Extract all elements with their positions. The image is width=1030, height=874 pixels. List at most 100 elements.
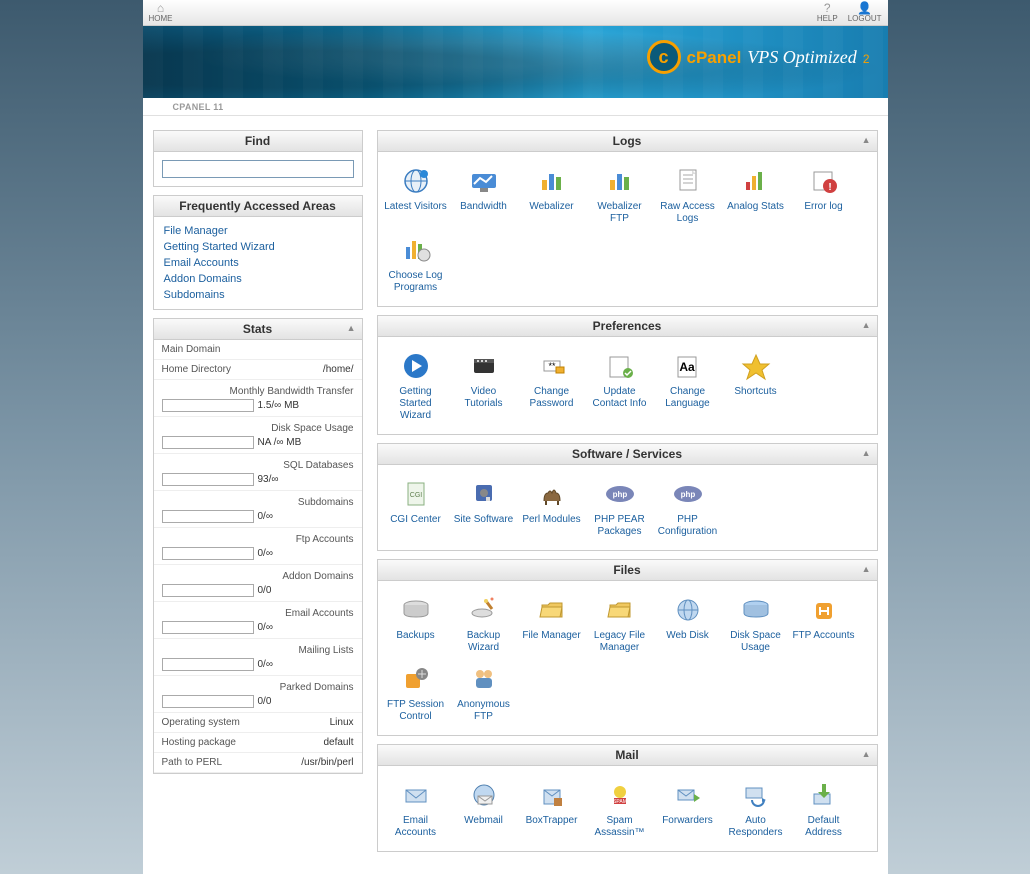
stat-row: Addon Domains0/0	[154, 565, 362, 602]
wand-icon	[464, 593, 504, 627]
ftp-session-control[interactable]: FTP Session Control	[382, 658, 450, 727]
getting-started-wizard[interactable]: Getting Started Wizard	[382, 345, 450, 426]
default-address[interactable]: Default Address	[790, 774, 858, 843]
anonymous-ftp[interactable]: Anonymous FTP	[450, 658, 518, 727]
backups[interactable]: Backups	[382, 589, 450, 658]
collapse-icon[interactable]: ▲	[862, 564, 871, 574]
icon-label: Email Accounts	[384, 815, 448, 839]
stat-value: NA /∞ MB	[258, 437, 302, 448]
stat-value: 0/∞	[258, 548, 273, 559]
collapse-icon[interactable]: ▲	[862, 320, 871, 330]
icon-label: Perl Modules	[520, 514, 584, 526]
php-icon: php	[600, 477, 640, 511]
stat-row: Ftp Accounts0/∞	[154, 528, 362, 565]
freq-link-3[interactable]: Addon Domains	[164, 271, 352, 287]
email-accounts[interactable]: Email Accounts	[382, 774, 450, 843]
stat-value: 1.5/∞ MB	[258, 400, 300, 411]
icon-label: Backup Wizard	[452, 630, 516, 654]
icon-label: Webalizer	[520, 201, 584, 213]
stat-bar	[162, 584, 254, 597]
logout-button[interactable]: 👤 LOGOUT	[848, 2, 882, 23]
barchart-icon	[600, 164, 640, 198]
latest-visitors[interactable]: Latest Visitors	[382, 160, 450, 229]
icon-label: Forwarders	[656, 815, 720, 827]
choose-log-programs[interactable]: Choose Log Programs	[382, 229, 450, 298]
perl-modules[interactable]: Perl Modules	[518, 473, 586, 542]
spam-assassin[interactable]: SPAMSpam Assassin™	[586, 774, 654, 843]
collapse-icon[interactable]: ▲	[862, 749, 871, 759]
mail-icon	[396, 778, 436, 812]
cpanel-logo-icon: c	[647, 40, 681, 74]
webmail[interactable]: Webmail	[450, 774, 518, 843]
icon-label: Site Software	[452, 514, 516, 526]
error-icon: !	[804, 164, 844, 198]
update-contact-info[interactable]: Update Contact Info	[586, 345, 654, 426]
hdd2-icon	[736, 593, 776, 627]
home-icon: ⌂	[157, 2, 164, 14]
analog-stats[interactable]: Analog Stats	[722, 160, 790, 229]
auto-responders[interactable]: Auto Responders	[722, 774, 790, 843]
change-language[interactable]: AaChange Language	[654, 345, 722, 426]
backup-wizard[interactable]: Backup Wizard	[450, 589, 518, 658]
boxtrapper[interactable]: BoxTrapper	[518, 774, 586, 843]
stats-panel: Stats ▲ Main Domain Home Directory /home…	[153, 318, 363, 774]
php-configuration[interactable]: phpPHP Configuration	[654, 473, 722, 542]
stat-row: Monthly Bandwidth Transfer1.5/∞ MB	[154, 380, 362, 417]
stat-label: Mailing Lists	[162, 645, 354, 656]
collapse-icon[interactable]: ▲	[347, 323, 356, 333]
stat-label: Disk Space Usage	[162, 423, 354, 434]
icon-label: Default Address	[792, 815, 856, 839]
camel-icon	[532, 477, 572, 511]
video-tutorials[interactable]: Video Tutorials	[450, 345, 518, 426]
help-button[interactable]: ? HELP	[817, 2, 838, 23]
webalizer-ftp[interactable]: Webalizer FTP	[586, 160, 654, 229]
collapse-icon[interactable]: ▲	[862, 135, 871, 145]
section-header: Mail▲	[378, 745, 877, 766]
home-button[interactable]: ⌂ HOME	[149, 2, 173, 23]
brand-vps: VPS Optimized	[747, 47, 857, 68]
php-pear-packages[interactable]: phpPHP PEAR Packages	[586, 473, 654, 542]
freq-link-4[interactable]: Subdomains	[164, 287, 352, 303]
icon-label: Choose Log Programs	[384, 270, 448, 294]
stat-value: 0/∞	[258, 622, 273, 633]
freq-link-0[interactable]: File Manager	[164, 223, 352, 239]
svg-text:!: !	[828, 182, 831, 193]
search-input[interactable]	[162, 160, 354, 178]
icon-label: Error log	[792, 201, 856, 213]
error-log[interactable]: ! Error log	[790, 160, 858, 229]
stat-value: 0/∞	[258, 659, 273, 670]
bandwidth[interactable]: Bandwidth	[450, 160, 518, 229]
icon-label: Analog Stats	[724, 201, 788, 213]
webdisk-icon	[668, 593, 708, 627]
svg-text:php: php	[680, 490, 695, 499]
site-software[interactable]: Site Software	[450, 473, 518, 542]
section-header: Files▲	[378, 560, 877, 581]
password-icon: **	[532, 349, 572, 383]
freq-panel: Frequently Accessed Areas File ManagerGe…	[153, 195, 363, 310]
web-disk[interactable]: Web Disk	[654, 589, 722, 658]
webalizer[interactable]: Webalizer	[518, 160, 586, 229]
freq-link-1[interactable]: Getting Started Wizard	[164, 239, 352, 255]
disk-space-usage[interactable]: Disk Space Usage	[722, 589, 790, 658]
stat-value: /usr/bin/perl	[301, 757, 353, 768]
stat-bar	[162, 547, 254, 560]
stat-value: 0/0	[258, 585, 272, 596]
stat-row: Subdomains0/∞	[154, 491, 362, 528]
ftp-accounts[interactable]: FTP Accounts	[790, 589, 858, 658]
icon-label: Webalizer FTP	[588, 201, 652, 225]
shortcuts[interactable]: Shortcuts	[722, 345, 790, 426]
stat-row: SQL Databases93/∞	[154, 454, 362, 491]
collapse-icon[interactable]: ▲	[862, 448, 871, 458]
change-password[interactable]: **Change Password	[518, 345, 586, 426]
file-manager[interactable]: File Manager	[518, 589, 586, 658]
legacy-file-manager[interactable]: Legacy File Manager	[586, 589, 654, 658]
raw-access-logs[interactable]: Raw Access Logs	[654, 160, 722, 229]
icon-label: Web Disk	[656, 630, 720, 642]
cgi-center[interactable]: CGICGI Center	[382, 473, 450, 542]
brand-cpanel: cPanel	[687, 48, 742, 68]
section-mail: Mail▲ Email AccountsWebmailBoxTrapperSPAM…	[377, 744, 878, 852]
freq-header: Frequently Accessed Areas	[154, 196, 362, 217]
forwarders[interactable]: Forwarders	[654, 774, 722, 843]
video-icon	[464, 349, 504, 383]
freq-link-2[interactable]: Email Accounts	[164, 255, 352, 271]
